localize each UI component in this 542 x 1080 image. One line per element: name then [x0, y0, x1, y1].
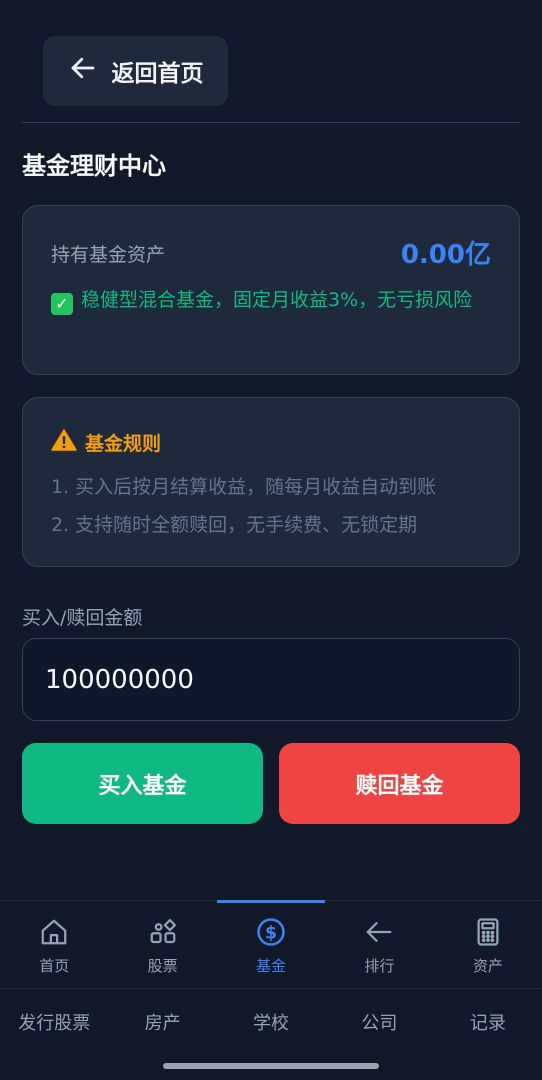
- subnav-records[interactable]: 记录: [434, 989, 542, 1054]
- asset-value: 0.00亿: [400, 240, 491, 270]
- tab-assets[interactable]: 资产: [434, 901, 542, 988]
- subnav-issue-stock[interactable]: 发行股票: [0, 989, 108, 1054]
- tab-home[interactable]: 首页: [0, 901, 108, 988]
- subnav-school[interactable]: 学校: [217, 989, 325, 1054]
- tab-label: 排行: [364, 957, 395, 975]
- asset-label: 持有基金资产: [51, 244, 166, 266]
- arrow-left-icon: [364, 917, 394, 955]
- page-title: 基金理财中心: [22, 152, 166, 180]
- calculator-icon: [473, 917, 503, 955]
- header-divider: [22, 122, 520, 123]
- tab-label: 基金: [256, 957, 287, 975]
- home-indicator: [163, 1063, 379, 1069]
- subnav-real-estate[interactable]: 房产: [108, 989, 216, 1054]
- home-icon: [39, 917, 69, 955]
- back-home-button[interactable]: 返回首页: [43, 36, 228, 106]
- rules-title: 基金规则: [51, 428, 161, 457]
- asset-note-text: 稳健型混合基金，固定月收益3%，无亏损风险: [81, 289, 473, 311]
- subnav-company[interactable]: 公司: [325, 989, 433, 1054]
- rules-title-text: 基金规则: [85, 433, 162, 455]
- back-home-label: 返回首页: [111, 61, 204, 87]
- warning-icon: [51, 428, 77, 457]
- tab-stocks[interactable]: 股票: [108, 901, 216, 988]
- rule-item: 1. 买入后按月结算收益，随每月收益自动到账: [51, 476, 437, 498]
- tab-label: 首页: [39, 957, 70, 975]
- asset-card: 持有基金资产 0.00亿 ✓ 稳健型混合基金，固定月收益3%，无亏损风险: [22, 205, 520, 375]
- tab-label: 资产: [472, 957, 503, 975]
- tab-funds[interactable]: $ 基金: [216, 900, 326, 988]
- shapes-icon: [148, 917, 178, 955]
- rule-item: 2. 支持随时全额赎回，无手续费、无锁定期: [51, 514, 418, 536]
- secondary-nav: 发行股票 房产 学校 公司 记录: [0, 988, 542, 1054]
- amount-label: 买入/赎回金额: [22, 607, 143, 629]
- arrow-left-icon: [68, 53, 98, 89]
- amount-input[interactable]: 100000000: [22, 638, 520, 721]
- buy-fund-button[interactable]: 买入基金: [22, 743, 263, 824]
- tab-ranking[interactable]: 排行: [325, 901, 433, 988]
- rules-card: 基金规则 1. 买入后按月结算收益，随每月收益自动到账 2. 支持随时全额赎回，…: [22, 397, 520, 567]
- svg-text:$: $: [265, 923, 277, 943]
- tab-label: 股票: [147, 957, 178, 975]
- check-icon: ✓: [51, 293, 73, 315]
- bottom-tabbar: 首页 股票 $ 基金 排行 资产: [0, 900, 542, 988]
- dollar-circle-icon: $: [256, 917, 286, 955]
- redeem-fund-button[interactable]: 赎回基金: [279, 743, 520, 824]
- asset-note: ✓ 稳健型混合基金，固定月收益3%，无亏损风险: [51, 284, 491, 316]
